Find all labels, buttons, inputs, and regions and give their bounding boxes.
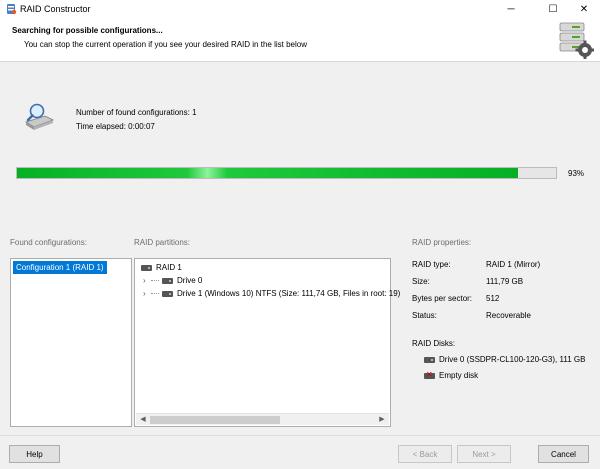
search-drive-icon [25,103,55,130]
tree-node-label: RAID 1 [156,263,182,272]
back-button[interactable]: < Back [398,445,452,463]
tree-connector [151,293,159,294]
horizontal-scrollbar[interactable]: ◀ ▶ [136,413,389,425]
footer-divider [0,435,600,436]
drive-icon [424,356,435,363]
raid-disk-name: Drive 0 (SSDPR-CL100-120-G3), 111 GB [439,355,586,364]
progress-bar [16,167,557,179]
expand-arrow-icon[interactable]: › [143,289,151,298]
status-value: Recoverable [486,311,531,320]
expand-arrow-icon[interactable]: › [143,276,151,285]
raid-disk-name: Empty disk [439,371,479,380]
tree-node-drive-0[interactable]: › Drive 0 [143,276,202,285]
close-icon: ✕ [579,3,589,15]
raid-disk-item: Empty disk [424,370,479,380]
help-button[interactable]: Help [9,445,60,463]
tree-node-raid-root[interactable]: RAID 1 [141,263,182,272]
raid-disk-item: Drive 0 (SSDPR-CL100-120-G3), 111 GB [424,355,585,364]
cancel-button[interactable]: Cancel [538,445,589,463]
wizard-header: Searching for possible configurations...… [0,18,600,62]
bytes-per-sector-label: Bytes per sector: [412,294,473,303]
raid-disk-icon [141,264,152,271]
tree-connector [151,280,159,281]
size-value: 111,79 GB [486,277,524,286]
bytes-per-sector-value: 512 [486,294,500,303]
next-button[interactable]: Next > [457,445,511,463]
close-button[interactable]: ✕ [566,0,600,18]
found-configurations-label: Found configurations: [10,238,87,247]
tree-node-label: Drive 1 (Windows 10) NTFS (Size: 111,74 … [177,289,401,298]
tree-node-drive-1[interactable]: › Drive 1 (Windows 10) NTFS (Size: 111,7… [143,289,400,298]
scrollbar-thumb[interactable] [150,416,280,424]
raid-type-label: RAID type: [412,260,451,269]
progress-bar-fill [17,168,519,178]
tree-node-label: Drive 0 [177,276,203,285]
configurations-list[interactable]: Configuration 1 (RAID 1) [10,258,132,427]
app-icon [7,4,17,15]
drive-icon [162,277,173,284]
size-label: Size: [412,277,430,286]
found-configurations-count: Number of found configurations: 1 [76,108,197,117]
raid-properties-label: RAID properties: [412,238,472,247]
raid-type-value: RAID 1 (Mirror) [486,260,541,269]
progress-percent: 93% [568,169,585,178]
page-heading: Searching for possible configurations... [12,26,163,35]
minimize-button[interactable]: ─ [493,0,529,18]
scroll-left-icon[interactable]: ◀ [137,415,149,425]
status-label: Status: [412,311,437,320]
maximize-icon: ☐ [548,3,558,15]
window-title: RAID Constructor [20,4,91,14]
scroll-right-icon[interactable]: ▶ [376,415,388,425]
raid-disks-label: RAID Disks: [412,339,456,348]
time-elapsed: Time elapsed: 0:00:07 [76,122,155,131]
drive-icon [162,290,173,297]
raid-partitions-label: RAID partitions: [134,238,191,247]
minimize-icon: ─ [507,3,515,15]
list-item-configuration[interactable]: Configuration 1 (RAID 1) [13,261,107,274]
empty-disk-icon [424,370,435,379]
page-subheading: You can stop the current operation if yo… [24,40,307,49]
raid-gear-icon [559,22,594,59]
partitions-tree[interactable]: RAID 1 › Drive 0 › Drive 1 (Windows 10) … [134,258,400,427]
title-bar: RAID Constructor ─ ☐ ✕ [0,0,600,18]
